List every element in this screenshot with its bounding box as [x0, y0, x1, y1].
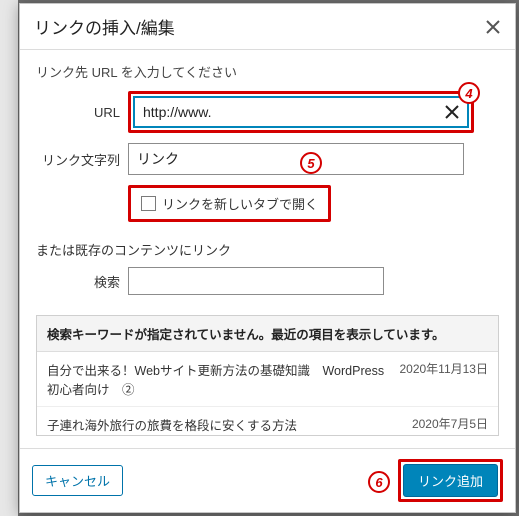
- result-title: 子連れ海外旅行の旅費を格段に安くする方法: [47, 415, 404, 434]
- url-row: URL: [36, 91, 499, 133]
- result-item[interactable]: 自分で出来る！Webサイト更新方法の基礎知識 WordPress初心者向け ② …: [37, 352, 498, 407]
- result-date: 2020年11月13日: [399, 360, 488, 377]
- instruction-text: リンク先 URL を入力してください: [36, 62, 499, 81]
- url-label: URL: [36, 105, 128, 120]
- url-input[interactable]: [133, 96, 469, 128]
- add-link-button[interactable]: リンク追加: [403, 464, 498, 497]
- annotation-badge-6: 6: [368, 471, 390, 493]
- clear-url-button[interactable]: [445, 105, 459, 119]
- existing-content-label: または既存のコンテンツにリンク: [36, 240, 499, 259]
- results-panel: 検索キーワードが指定されていません。最近の項目を表示しています。 自分で出来る！…: [36, 315, 499, 436]
- newtab-checkbox-wrap[interactable]: リンクを新しいタブで開く: [133, 190, 326, 217]
- search-input[interactable]: [128, 267, 384, 295]
- annotation-highlight-newtab: リンクを新しいタブで開く: [128, 185, 331, 222]
- annotation-badge-4: 4: [458, 82, 480, 104]
- dialog-body: リンク先 URL を入力してください URL リンク文字列 リ: [20, 50, 515, 448]
- annotation-highlight-url: [128, 91, 474, 133]
- cancel-button[interactable]: キャンセル: [32, 465, 123, 496]
- results-header: 検索キーワードが指定されていません。最近の項目を表示しています。: [37, 316, 498, 352]
- dialog-title: リンクの挿入/編集: [34, 14, 175, 39]
- result-date: 2020年7月5日: [412, 415, 488, 432]
- dialog-header: リンクの挿入/編集: [20, 4, 515, 50]
- url-input-wrap: [133, 96, 469, 128]
- result-item[interactable]: 子連れ海外旅行の旅費を格段に安くする方法 2020年7月5日: [37, 407, 498, 435]
- search-label: 検索: [36, 272, 128, 291]
- linktext-row: リンク文字列: [36, 143, 499, 175]
- dialog-footer: キャンセル リンク追加: [20, 448, 515, 512]
- results-scroll[interactable]: 検索キーワードが指定されていません。最近の項目を表示しています。 自分で出来る！…: [37, 316, 498, 435]
- annotation-highlight-submit: リンク追加: [398, 459, 503, 502]
- linktext-input[interactable]: [128, 143, 464, 175]
- close-button[interactable]: [485, 19, 501, 35]
- annotation-badge-5: 5: [300, 152, 322, 174]
- search-row: 検索: [36, 267, 499, 295]
- linktext-label: リンク文字列: [36, 150, 128, 169]
- newtab-label: リンクを新しいタブで開く: [162, 194, 318, 213]
- result-title: 自分で出来る！Webサイト更新方法の基礎知識 WordPress初心者向け ②: [47, 360, 391, 398]
- newtab-checkbox[interactable]: [141, 196, 156, 211]
- newtab-row: リンクを新しいタブで開く: [36, 185, 499, 222]
- clear-icon: [445, 105, 459, 119]
- link-dialog: リンクの挿入/編集 リンク先 URL を入力してください URL リンク文字列: [19, 3, 516, 513]
- close-icon: [485, 19, 501, 35]
